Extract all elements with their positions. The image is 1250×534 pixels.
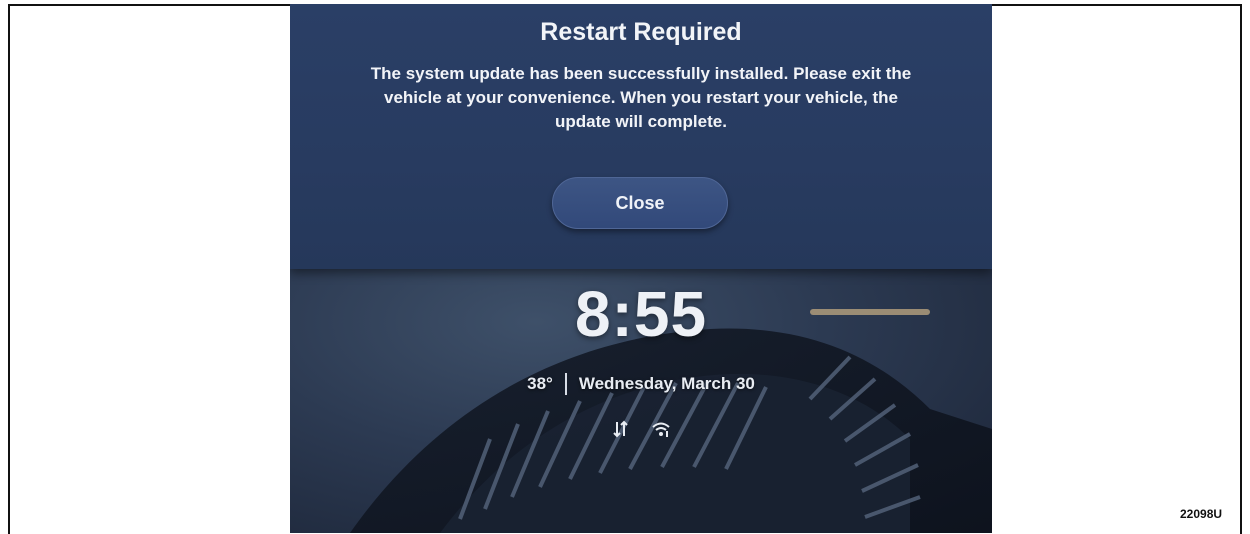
temperature-text: 38° bbox=[527, 374, 553, 393]
data-transfer-icon bbox=[613, 420, 628, 438]
dialog-message: The system update has been successfully … bbox=[370, 64, 912, 131]
status-icons bbox=[290, 419, 992, 439]
clock-time: 8:55 bbox=[574, 278, 708, 350]
wifi-icon bbox=[652, 422, 670, 437]
separator bbox=[564, 373, 567, 395]
dialog-title: Restart Required bbox=[540, 18, 742, 46]
close-button[interactable]: Close bbox=[552, 177, 728, 229]
figure-code: 22098U bbox=[1180, 507, 1223, 521]
weather-date-row: 38° Wednesday, March 30 bbox=[290, 373, 992, 395]
restart-required-dialog: Restart Required The system update has b… bbox=[290, 4, 992, 269]
infotainment-screen: 8:55 38° Wednesday, March 30 Restart Req… bbox=[290, 4, 992, 533]
date-text: Wednesday, March 30 bbox=[578, 374, 755, 393]
lock-screen: 8:55 38° Wednesday, March 30 bbox=[290, 269, 992, 533]
